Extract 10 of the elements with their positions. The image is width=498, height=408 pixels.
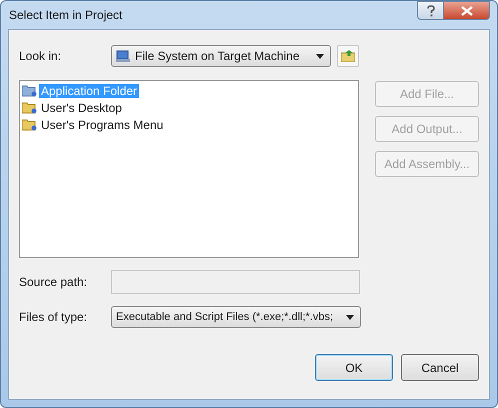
- look-in-label: Look in:: [19, 49, 62, 63]
- files-of-type-label: Files of type:: [19, 310, 88, 324]
- look-in-dropdown[interactable]: File System on Target Machine: [111, 45, 331, 67]
- window-title: Select Item in Project: [8, 8, 122, 22]
- files-of-type-dropdown[interactable]: Executable and Script Files (*.exe;*.dll;*.vbs;: [111, 306, 361, 328]
- folder-item[interactable]: User's Desktop: [39, 100, 124, 114]
- ok-button[interactable]: OK: [315, 354, 393, 381]
- cancel-button[interactable]: Cancel: [401, 354, 479, 381]
- source-path-label: Source path:: [19, 275, 88, 289]
- folder-item[interactable]: User's Programs Menu: [39, 118, 166, 132]
